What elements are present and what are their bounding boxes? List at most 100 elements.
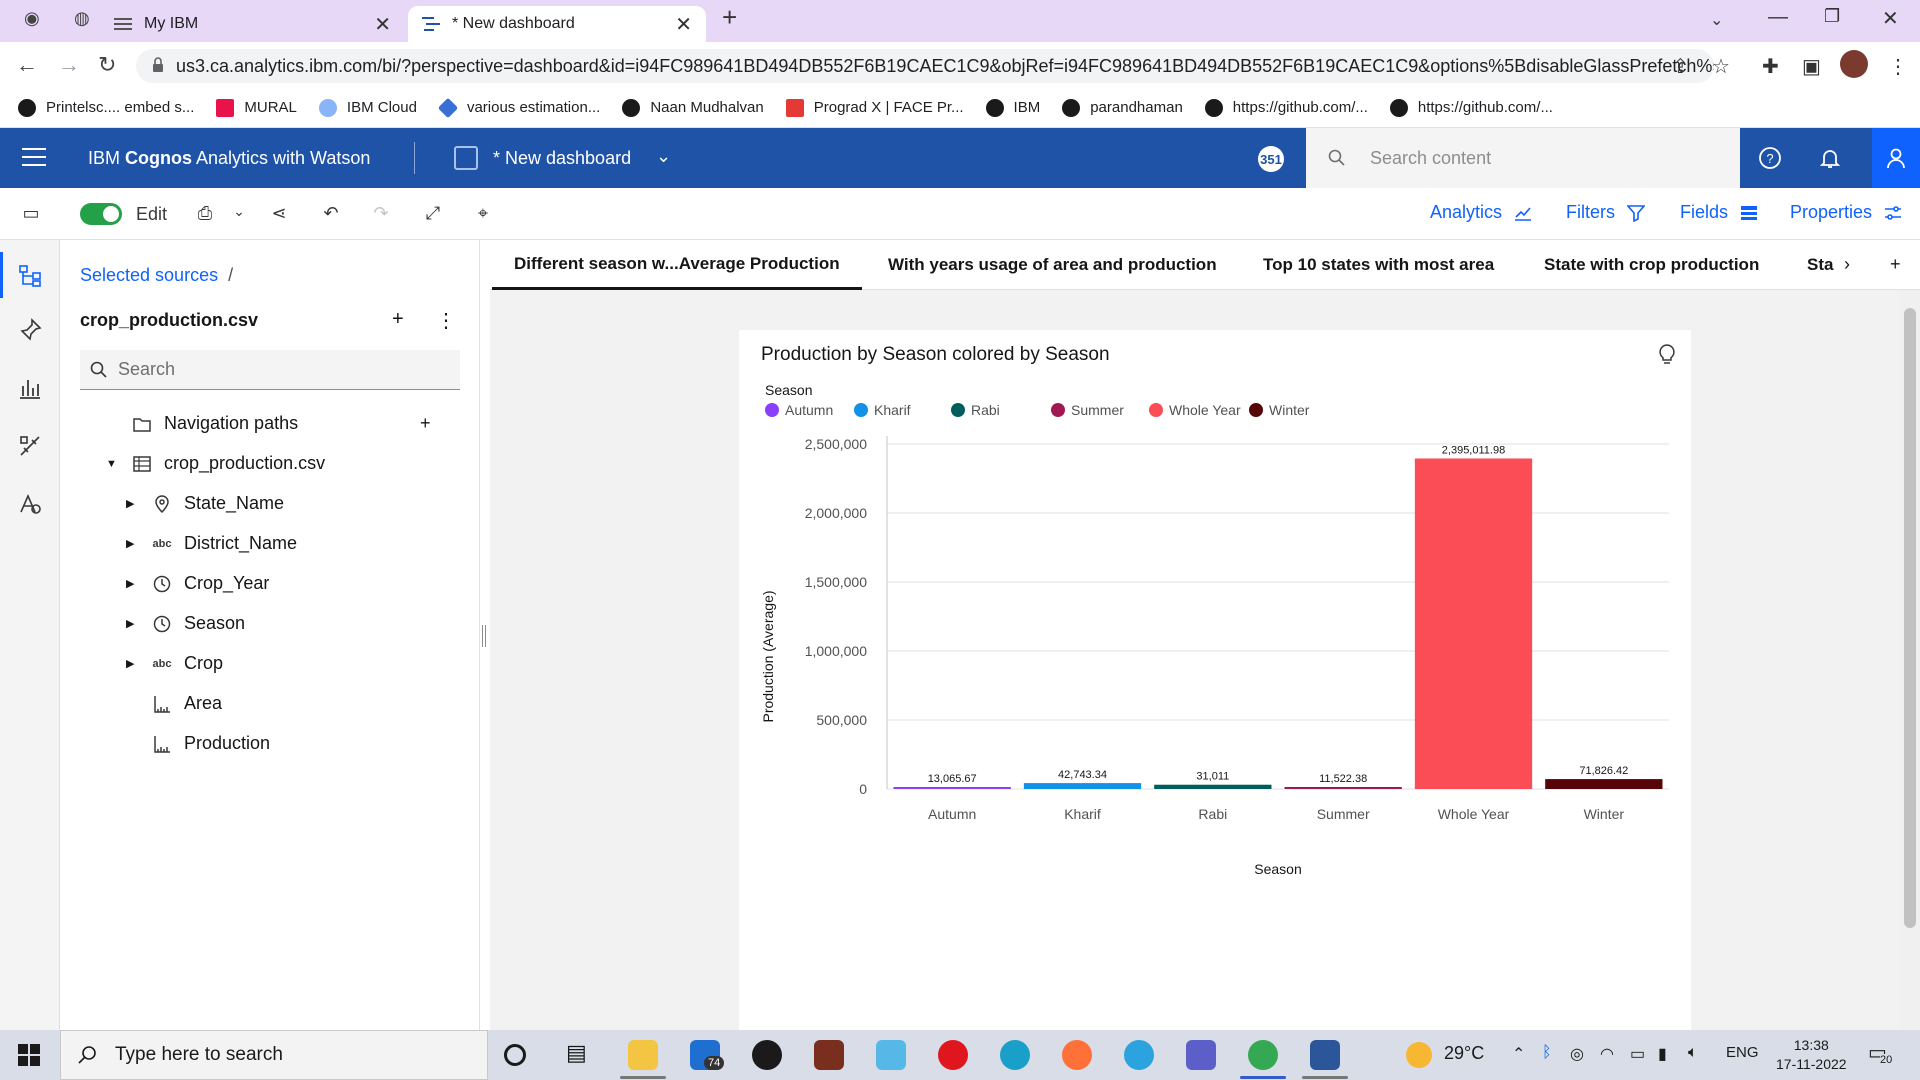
reload-icon[interactable]: ↻ (98, 52, 116, 78)
bookmark-star-icon[interactable]: ☆ (1712, 54, 1730, 79)
bookmark-item[interactable]: MURAL (216, 98, 297, 117)
caret-right-icon[interactable]: ▶ (126, 657, 140, 670)
url-field[interactable]: us3.ca.analytics.ibm.com/bi/?perspective… (136, 49, 1714, 83)
bluetooth-icon[interactable]: ᛒ (1542, 1044, 1552, 1062)
comment-icon[interactable]: ▭ (20, 203, 42, 225)
volume-icon[interactable]: 🔈︎ (1688, 1044, 1698, 1062)
user-button[interactable] (1872, 128, 1920, 188)
field-row-district-name[interactable]: ▶ abc District_Name (126, 533, 297, 554)
weather-temp[interactable]: 29°C (1444, 1043, 1484, 1064)
analytics-button[interactable]: Analytics (1430, 202, 1532, 223)
language-indicator[interactable]: ENG (1726, 1044, 1759, 1061)
bar[interactable] (1545, 779, 1663, 789)
data-sources-icon[interactable] (18, 264, 42, 288)
system-clock[interactable]: 13:38 17-11-2022 (1776, 1036, 1847, 1074)
field-row-state-name[interactable]: ▶ State_Name (126, 493, 284, 514)
network-status-icon[interactable]: ◎ (1570, 1044, 1584, 1064)
legend-item-autumn[interactable]: Autumn (765, 402, 833, 418)
breadcrumb[interactable]: Selected sources / (80, 265, 233, 286)
teams-icon[interactable] (1186, 1040, 1216, 1070)
forward-icon[interactable]: → (58, 52, 80, 78)
bookmark-item[interactable]: IBM Cloud (318, 98, 417, 117)
legend-item-whole-year[interactable]: Whole Year (1149, 402, 1241, 418)
fields-button[interactable]: Fields (1680, 202, 1758, 223)
filters-button[interactable]: Filters (1566, 202, 1645, 223)
word-icon[interactable] (1310, 1040, 1340, 1070)
legend-item-summer[interactable]: Summer (1051, 402, 1124, 418)
sidebar-icon[interactable]: ▣ (1802, 54, 1821, 79)
bell-icon[interactable] (1818, 146, 1842, 170)
notification-count-badge[interactable]: 351 (1258, 146, 1284, 172)
bar[interactable] (893, 787, 1011, 789)
close-tab-icon[interactable]: ✕ (374, 12, 391, 37)
new-tab-icon[interactable]: + (722, 2, 737, 33)
app-icon[interactable] (814, 1040, 844, 1070)
source-search-input[interactable]: Search (80, 350, 460, 390)
panel-resize-handle[interactable] (482, 625, 486, 647)
legend-item-rabi[interactable]: Rabi (951, 402, 1000, 418)
tab-overflow[interactable]: Sta (1807, 240, 1837, 290)
tab-top-10-states[interactable]: Top 10 states with most area (1263, 240, 1494, 290)
bar[interactable] (1284, 787, 1402, 789)
undo-icon[interactable]: ↶ (320, 203, 342, 225)
field-row-crop-year[interactable]: ▶ Crop_Year (126, 573, 269, 594)
bookmark-item[interactable]: https://github.com/... (1389, 98, 1553, 117)
tab-different-season[interactable]: Different season w...Average Production (492, 240, 862, 290)
bookmark-item[interactable]: IBM (985, 98, 1040, 117)
properties-button[interactable]: Properties (1790, 202, 1902, 223)
help-icon[interactable]: ? (1758, 146, 1782, 170)
tab-my-ibm[interactable]: My IBM ✕ (100, 6, 405, 42)
save-icon[interactable]: ⎙ (194, 203, 216, 225)
profile-avatar[interactable] (1840, 50, 1868, 78)
edge-icon[interactable] (1000, 1040, 1030, 1070)
table-row[interactable]: ▼ crop_production.csv (106, 453, 325, 474)
caret-right-icon[interactable]: ▶ (126, 537, 140, 550)
fullscreen-icon[interactable]: ⤢ (422, 203, 444, 225)
widgets-icon[interactable] (18, 434, 42, 458)
chrome-icon[interactable] (1248, 1040, 1278, 1070)
share-icon[interactable]: ⇪ (1672, 54, 1689, 79)
task-view-icon[interactable]: ▤ (566, 1040, 596, 1070)
display-icon[interactable]: ▭ (1630, 1044, 1645, 1064)
taskbar-search-input[interactable]: Type here to search (60, 1030, 488, 1080)
cortana-icon[interactable] (504, 1044, 526, 1066)
bookmark-item[interactable]: Printelsc.... embed s... (18, 98, 194, 117)
scrollbar-thumb[interactable] (1904, 308, 1916, 928)
visualizations-icon[interactable] (18, 376, 42, 400)
redo-icon[interactable]: ↷ (370, 203, 392, 225)
share-icon[interactable]: ⋖ (268, 203, 290, 225)
edit-toggle[interactable] (80, 203, 122, 225)
canvas-scrollbar[interactable] (1900, 290, 1920, 1030)
file-explorer-icon[interactable] (628, 1040, 658, 1070)
chevron-up-icon[interactable]: ⌃ (1512, 1044, 1525, 1064)
browser-menu-icon[interactable]: ⋮ (1888, 54, 1908, 79)
tab-state-crop-production[interactable]: State with crop production (1544, 240, 1759, 290)
add-source-icon[interactable]: + (392, 308, 404, 331)
browser-shield-icon[interactable]: ◍ (74, 8, 90, 29)
breadcrumb-link[interactable]: Selected sources (80, 265, 218, 285)
lightbulb-icon[interactable] (1657, 344, 1677, 366)
search-content-input[interactable]: Search content (1306, 128, 1740, 188)
battery-icon[interactable]: ▮ (1658, 1044, 1667, 1064)
bookmark-item[interactable]: Prograd X | FACE Pr... (785, 98, 964, 117)
chevron-right-icon[interactable]: › (1844, 254, 1850, 275)
tab-new-dashboard[interactable]: * New dashboard ✕ (408, 6, 706, 42)
notification-center-icon[interactable]: ▭ 20 (1868, 1040, 1898, 1068)
field-row-season[interactable]: ▶ Season (126, 613, 245, 634)
add-navigation-path-icon[interactable]: + (420, 413, 431, 434)
app-icon[interactable] (876, 1040, 906, 1070)
caret-right-icon[interactable]: ▶ (126, 497, 140, 510)
chart-widget[interactable]: Production by Season colored by Season S… (739, 330, 1691, 1030)
assistant-icon[interactable] (18, 492, 42, 516)
windows-start-icon[interactable] (18, 1044, 40, 1066)
caret-right-icon[interactable]: ▶ (126, 617, 140, 630)
weather-icon[interactable] (1406, 1042, 1432, 1068)
save-menu-chevron-icon[interactable]: ⌄ (228, 203, 250, 225)
minimize-icon[interactable]: — (1768, 6, 1788, 29)
bookmark-item[interactable]: Naan Mudhalvan (622, 98, 764, 117)
tab-search-chevron-icon[interactable]: ⌄ (1710, 10, 1723, 30)
bar[interactable] (1023, 783, 1142, 789)
add-tab-icon[interactable]: + (1890, 254, 1901, 275)
bar[interactable] (1414, 458, 1533, 789)
close-tab-icon[interactable]: ✕ (675, 12, 692, 37)
